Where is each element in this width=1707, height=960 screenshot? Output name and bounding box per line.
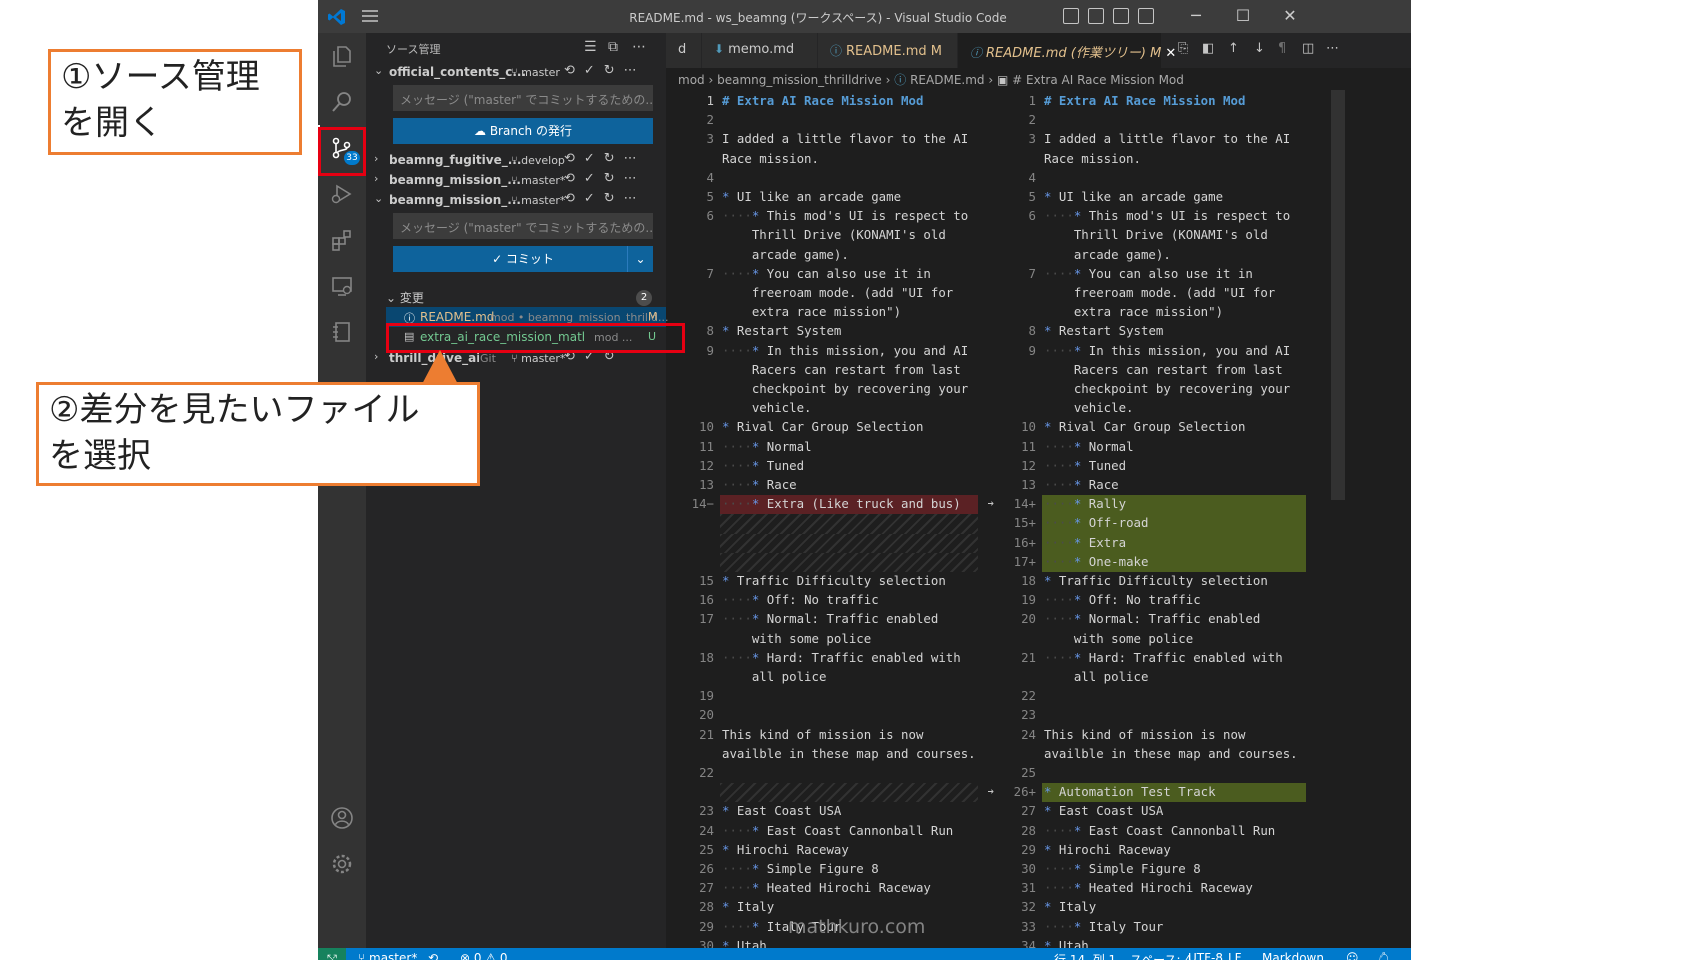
callout-step1: ①ソース管理 を開く [48,49,302,155]
callout-step1-line1: ①ソース管理 [61,57,260,97]
callout-step2: ②差分を見たいファイル を選択 [36,382,480,486]
callout-step2-line1: ②差分を見たいファイル [49,390,420,430]
callout-step1-line2: を開く [61,103,163,143]
callout-step2-line2: を選択 [49,436,151,476]
